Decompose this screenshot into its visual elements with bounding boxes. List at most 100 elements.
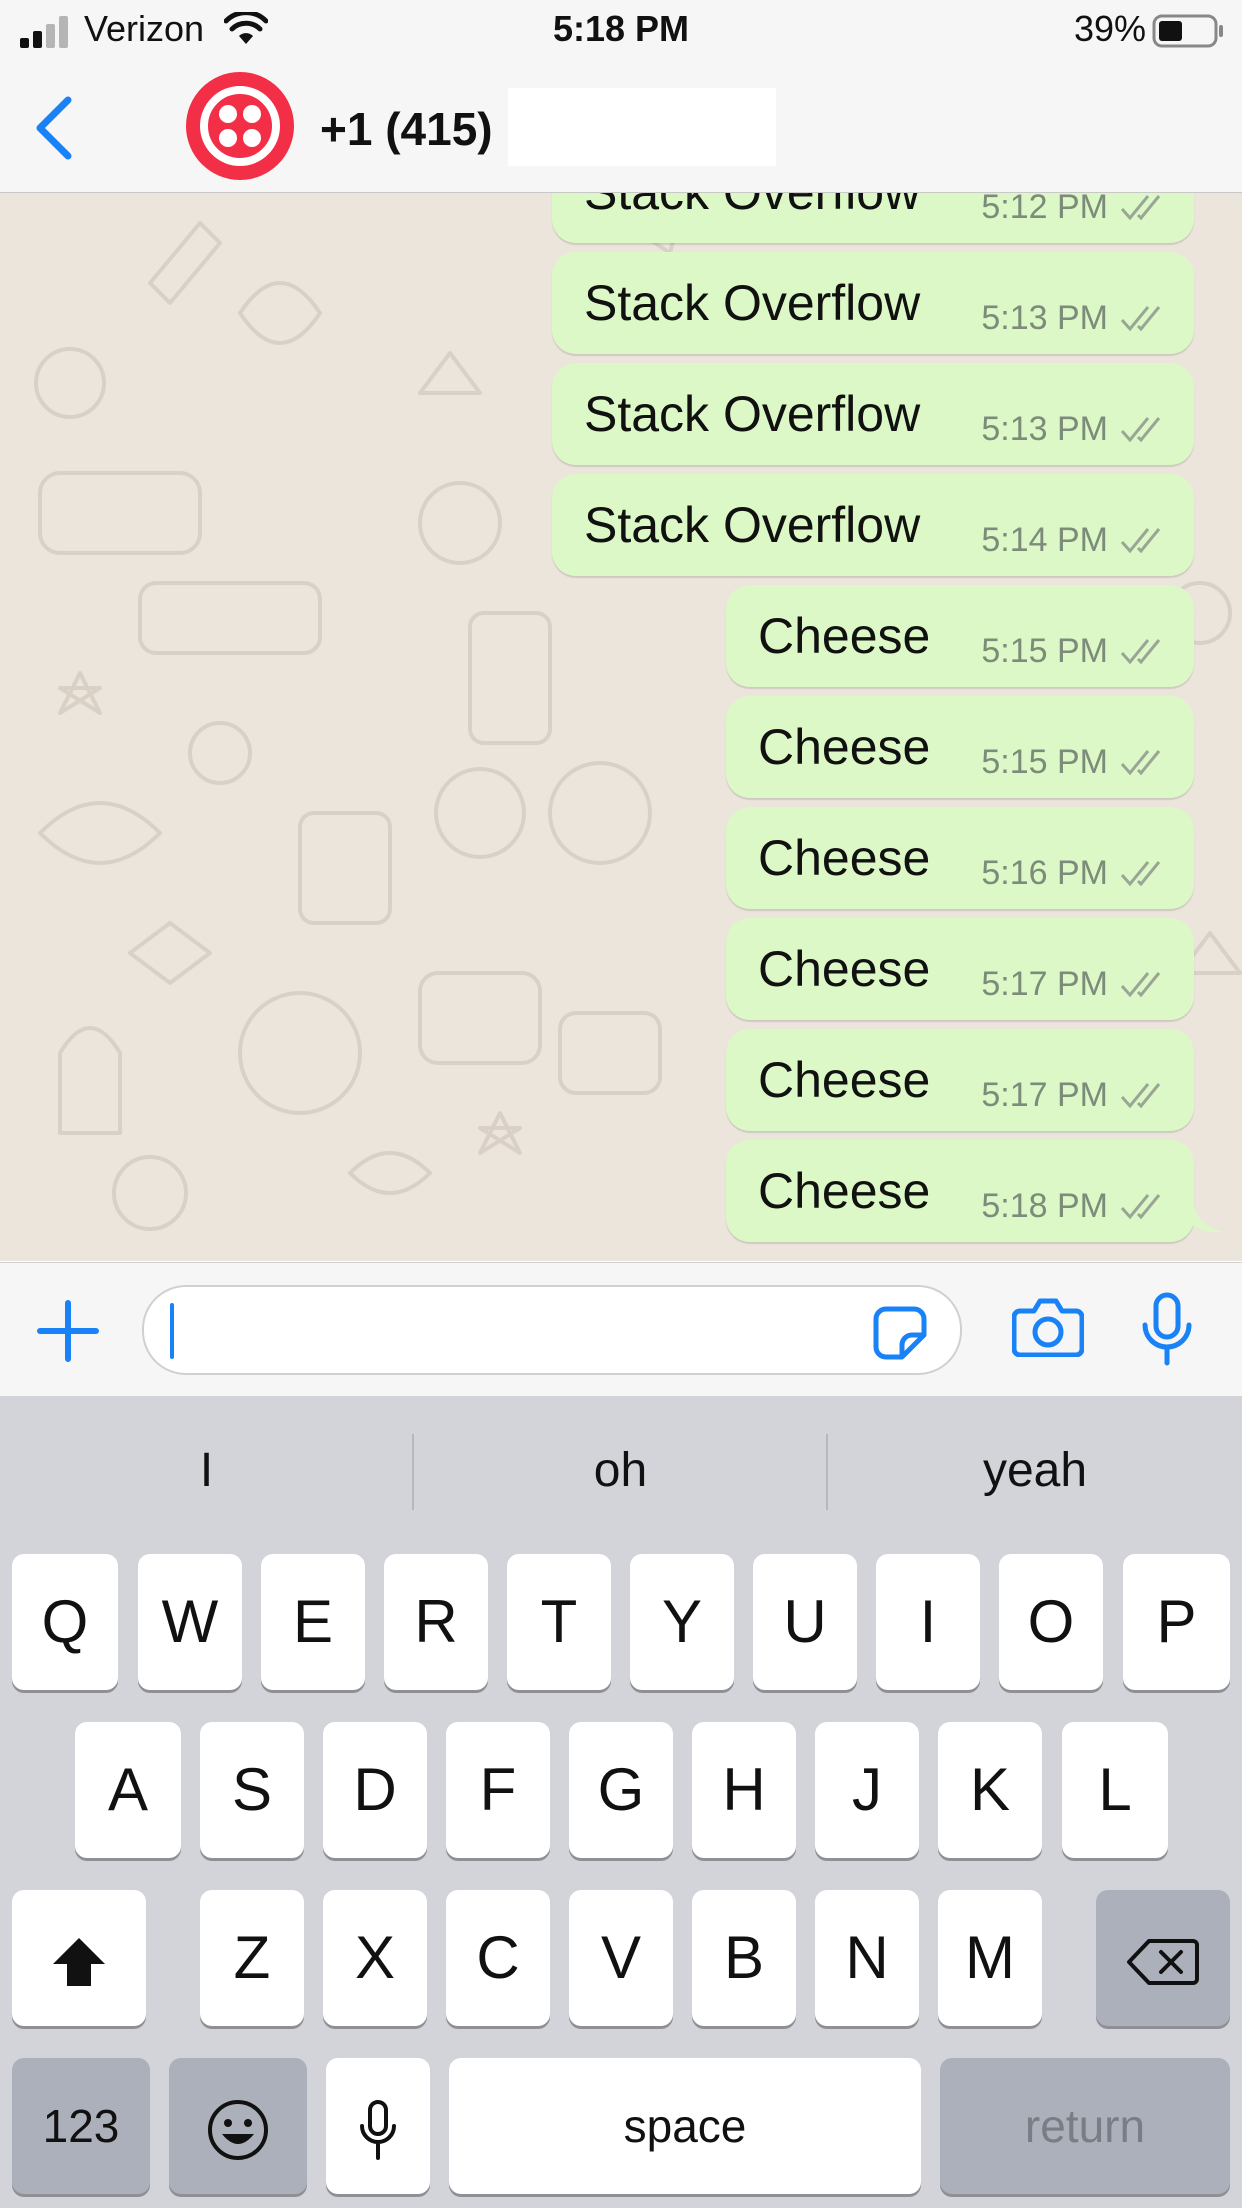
key-u[interactable]: U xyxy=(753,1554,857,1690)
key-k[interactable]: K xyxy=(938,1722,1042,1858)
delete-key[interactable] xyxy=(1096,1890,1230,2026)
message-bubble[interactable]: Cheese 5:18 PM xyxy=(726,1140,1194,1242)
plus-icon[interactable] xyxy=(36,1299,100,1363)
message-bubble[interactable]: Cheese 5:16 PM xyxy=(726,807,1194,909)
message-time: 5:13 PM xyxy=(981,299,1108,337)
message-bubble[interactable]: Cheese 5:15 PM xyxy=(726,585,1194,687)
sticker-icon[interactable] xyxy=(872,1305,928,1361)
suggestion-2[interactable]: oh xyxy=(414,1396,827,1546)
microphone-icon[interactable] xyxy=(1140,1291,1194,1367)
message-time: 5:13 PM xyxy=(981,410,1108,448)
message-time: 5:12 PM xyxy=(981,193,1108,226)
bubble-tail xyxy=(1190,1194,1226,1233)
message-time: 5:17 PM xyxy=(981,965,1108,1003)
message-bubble[interactable]: Stack Overflow 5:13 PM xyxy=(552,363,1194,465)
key-j[interactable]: J xyxy=(815,1722,919,1858)
message-text: Cheese xyxy=(758,941,931,997)
key-m[interactable]: M xyxy=(938,1890,1042,2026)
key-h[interactable]: H xyxy=(692,1722,796,1858)
shift-key[interactable] xyxy=(12,1890,146,2026)
emoji-key[interactable] xyxy=(169,2058,307,2194)
emoji-icon xyxy=(208,2100,268,2161)
read-receipt-icon xyxy=(1120,972,1161,998)
message-text: Cheese xyxy=(758,1163,931,1219)
key-f[interactable]: F xyxy=(446,1722,550,1858)
message-input[interactable] xyxy=(142,1285,962,1375)
key-w[interactable]: W xyxy=(138,1554,242,1690)
dictation-key[interactable] xyxy=(326,2058,430,2194)
suggestion-1[interactable]: I xyxy=(0,1396,413,1546)
message-time: 5:14 PM xyxy=(981,521,1108,559)
key-z[interactable]: Z xyxy=(200,1890,304,2026)
key-g[interactable]: G xyxy=(569,1722,673,1858)
read-receipt-icon xyxy=(1120,417,1161,443)
message-text: Cheese xyxy=(758,1052,931,1108)
message-bubble[interactable]: Stack Overflow 5:12 PM xyxy=(552,193,1194,243)
space-key[interactable]: space xyxy=(449,2058,921,2194)
text-cursor xyxy=(170,1303,174,1359)
contact-avatar[interactable] xyxy=(186,72,294,180)
suggestion-3[interactable]: yeah xyxy=(828,1396,1242,1546)
status-time: 5:18 PM xyxy=(552,8,690,49)
key-r[interactable]: R xyxy=(384,1554,488,1690)
status-bar: Verizon 5:18 PM 39% xyxy=(0,0,1242,62)
read-receipt-icon xyxy=(1120,861,1161,887)
key-a[interactable]: A xyxy=(75,1722,181,1858)
message-composer xyxy=(0,1262,1242,1397)
camera-icon[interactable] xyxy=(1012,1297,1084,1357)
keyboard: I oh yeah Q W E R T Y U I O P A S D F G … xyxy=(0,1396,1242,2208)
key-l[interactable]: L xyxy=(1062,1722,1168,1858)
message-text: Stack Overflow xyxy=(584,275,921,331)
return-key[interactable]: return xyxy=(940,2058,1230,2194)
key-i[interactable]: I xyxy=(876,1554,980,1690)
message-time: 5:15 PM xyxy=(981,632,1108,670)
message-time: 5:15 PM xyxy=(981,743,1108,781)
message-text: Cheese xyxy=(758,608,931,664)
message-text: Stack Overflow xyxy=(584,386,921,442)
key-s[interactable]: S xyxy=(200,1722,304,1858)
message-text: Cheese xyxy=(758,830,931,886)
key-v[interactable]: V xyxy=(569,1890,673,2026)
read-receipt-icon xyxy=(1120,1194,1161,1220)
battery-icon xyxy=(1152,14,1223,48)
back-chevron-icon[interactable] xyxy=(34,96,74,160)
key-t[interactable]: T xyxy=(507,1554,611,1690)
read-receipt-icon xyxy=(1120,639,1161,665)
chat-area[interactable]: Stack Overflow 5:12 PM Stack Overflow 5:… xyxy=(0,193,1242,1261)
message-time: 5:17 PM xyxy=(981,1076,1108,1114)
key-c[interactable]: C xyxy=(446,1890,550,2026)
numbers-key[interactable]: 123 xyxy=(12,2058,150,2194)
message-bubble[interactable]: Cheese 5:15 PM xyxy=(726,696,1194,798)
key-b[interactable]: B xyxy=(692,1890,796,2026)
read-receipt-icon xyxy=(1120,528,1161,554)
message-text: Stack Overflow xyxy=(584,193,920,221)
key-e[interactable]: E xyxy=(261,1554,365,1690)
message-time: 5:18 PM xyxy=(981,1187,1108,1225)
battery-percentage: 39% xyxy=(1073,8,1146,49)
dictation-mic-icon xyxy=(360,2100,396,2161)
key-q[interactable]: Q xyxy=(12,1554,118,1690)
read-receipt-icon xyxy=(1120,306,1161,332)
key-p[interactable]: P xyxy=(1123,1554,1230,1690)
message-bubble[interactable]: Stack Overflow 5:13 PM xyxy=(552,252,1194,354)
read-receipt-icon xyxy=(1120,750,1161,776)
read-receipt-icon xyxy=(1120,195,1161,221)
twilio-logo-icon xyxy=(200,86,280,166)
message-time: 5:16 PM xyxy=(981,854,1108,892)
message-bubble[interactable]: Cheese 5:17 PM xyxy=(726,1029,1194,1131)
key-o[interactable]: O xyxy=(999,1554,1103,1690)
shift-icon xyxy=(53,1938,105,1987)
read-receipt-icon xyxy=(1120,1083,1161,1109)
key-x[interactable]: X xyxy=(323,1890,427,2026)
redacted-number-block xyxy=(508,88,776,166)
contact-name[interactable]: +1 (415) xyxy=(320,102,493,156)
key-d[interactable]: D xyxy=(323,1722,427,1858)
backspace-icon xyxy=(1127,1939,1199,1986)
chat-header: +1 (415) xyxy=(0,62,1242,193)
message-bubble[interactable]: Cheese 5:17 PM xyxy=(726,918,1194,1020)
key-n[interactable]: N xyxy=(815,1890,919,2026)
key-y[interactable]: Y xyxy=(630,1554,734,1690)
message-text: Stack Overflow xyxy=(584,497,921,553)
message-bubble[interactable]: Stack Overflow 5:14 PM xyxy=(552,474,1194,576)
message-text: Cheese xyxy=(758,719,931,775)
